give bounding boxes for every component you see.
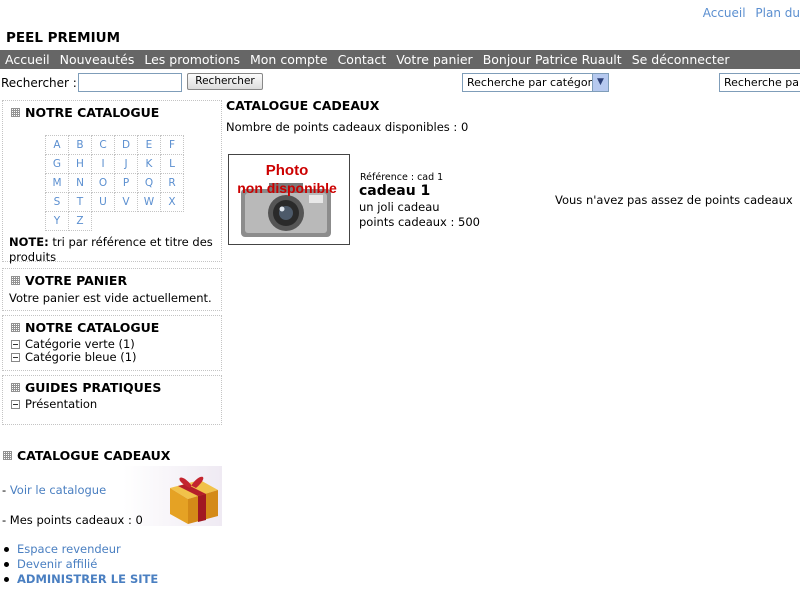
nav-greeting[interactable]: Bonjour Patrice Ruault [483,52,622,67]
category-item-blue[interactable]: Catégorie bleue (1) [3,351,221,364]
letter-link[interactable]: I [91,154,115,174]
left-sidebar: NOTRE CATALOGUE A B C D E F G H I J K L … [2,100,222,425]
gift-box-icon [170,476,218,524]
letter-link[interactable]: R [160,173,184,193]
bullet-icon [4,547,9,552]
collapse-icon[interactable] [11,400,20,409]
nav-cart[interactable]: Votre panier [396,52,472,67]
letter-link[interactable]: G [45,154,69,174]
bullet-icon [11,108,20,117]
product-reference: Référence : cad 1 [360,172,444,183]
letter-link[interactable]: O [91,173,115,193]
top-link-sitemap[interactable]: Plan du [755,6,800,20]
guides-box: GUIDES PRATIQUES Présentation [2,375,222,425]
letter-link[interactable]: K [137,154,161,174]
product-name[interactable]: cadeau 1 [359,183,430,199]
letter-link[interactable]: E [137,135,161,155]
category-search-value: Recherche par catégorie [467,76,602,89]
gift-catalog-box: CATALOGUE CADEAUX - Voir le catalogue - … [2,446,222,527]
site-title: PEEL PREMIUM [6,30,121,46]
letter-link[interactable]: Z [68,211,92,231]
letter-link[interactable]: X [160,192,184,212]
top-link-home[interactable]: Accueil [703,6,746,20]
bullet-icon [11,383,20,392]
catalog-box: NOTRE CATALOGUE A B C D E F G H I J K L … [2,100,222,264]
letter-link[interactable]: C [91,135,115,155]
nav-contact[interactable]: Contact [338,52,387,67]
letter-link[interactable]: D [114,135,138,155]
product-image[interactable]: Photo non disponible [228,154,350,245]
catalog-box-title: NOTRE CATALOGUE [3,101,221,123]
letter-link[interactable]: N [68,173,92,193]
category-search-select[interactable]: Recherche par catégorie ▼ [462,73,609,92]
photo-label: Photo [266,162,309,179]
product-points: points cadeaux : 500 [359,215,480,229]
gift-panel: - Voir le catalogue - Mes points cadeaux… [2,466,222,527]
guides-box-title: GUIDES PRATIQUES [3,376,221,398]
search-label: Rechercher : [1,76,77,90]
view-catalog-link[interactable]: Voir le catalogue [10,483,106,497]
cart-box-title: VOTRE PANIER [3,269,221,291]
insufficient-points-message: Vous n'avez pas assez de points cadeaux [555,193,793,207]
search-button[interactable]: Rechercher [187,73,263,90]
letter-link[interactable]: L [160,154,184,174]
my-gift-points: - Mes points cadeaux : 0 [2,513,143,527]
letter-link[interactable]: H [68,154,92,174]
letter-link[interactable]: J [114,154,138,174]
letter-link[interactable]: T [68,192,92,212]
cart-box: VOTRE PANIER Votre panier est vide actue… [2,268,222,311]
letter-link[interactable]: V [114,192,138,212]
alphabet-index: A B C D E F G H I J K L M N O P Q R S T … [45,135,184,231]
gift-catalog-title: CATALOGUE CADEAUX [2,446,222,463]
gift-catalog-link-row: - Voir le catalogue [2,483,107,497]
affiliate-link[interactable]: Devenir affilié [4,557,158,572]
bullet-icon [4,577,9,582]
unavailable-label: non disponible [237,180,337,196]
letter-link[interactable]: Y [45,211,69,231]
collapse-icon[interactable] [11,340,20,349]
points-available: Nombre de points cadeaux disponibles : 0 [226,120,469,134]
letter-link[interactable]: U [91,192,115,212]
guide-item-presentation[interactable]: Présentation [3,398,221,411]
letter-link[interactable]: W [137,192,161,212]
main-navbar: Accueil Nouveautés Les promotions Mon co… [0,50,800,69]
letter-link[interactable]: F [160,135,184,155]
brand-search-select[interactable]: Recherche par m [719,73,800,92]
bullet-icon [4,562,9,567]
nav-logout[interactable]: Se déconnecter [632,52,730,67]
letter-link[interactable]: Q [137,173,161,193]
nav-promotions[interactable]: Les promotions [144,52,240,67]
collapse-icon[interactable] [11,353,20,362]
search-row: Rechercher : Rechercher Recherche par ca… [0,72,800,94]
camera-icon: Photo non disponible [229,155,349,244]
letter-link[interactable]: B [68,135,92,155]
top-links: Accueil Plan du [697,6,800,20]
bottom-links: Espace revendeur Devenir affilié ADMINIS… [4,542,158,587]
reseller-link[interactable]: Espace revendeur [4,542,158,557]
categories-box-title: NOTRE CATALOGUE [3,316,221,338]
chevron-down-icon[interactable]: ▼ [592,74,608,91]
letter-link[interactable]: M [45,173,69,193]
letter-link[interactable]: S [45,192,69,212]
bullet-icon [11,276,20,285]
nav-new[interactable]: Nouveautés [60,52,135,67]
categories-box: NOTRE CATALOGUE Catégorie verte (1) Caté… [2,315,222,371]
catalog-note: NOTE: tri par référence et titre des pro… [9,235,213,264]
nav-home[interactable]: Accueil [5,52,50,67]
search-input[interactable] [78,73,182,92]
page-title: CATALOGUE CADEAUX [226,98,380,113]
letter-link[interactable]: A [45,135,69,155]
product-description: un joli cadeau [359,200,440,214]
letter-link[interactable]: P [114,173,138,193]
nav-account[interactable]: Mon compte [250,52,328,67]
bullet-icon [3,451,12,460]
admin-link[interactable]: ADMINISTRER LE SITE [4,572,158,587]
bullet-icon [11,323,20,332]
cart-empty-text: Votre panier est vide actuellement. [9,291,212,305]
